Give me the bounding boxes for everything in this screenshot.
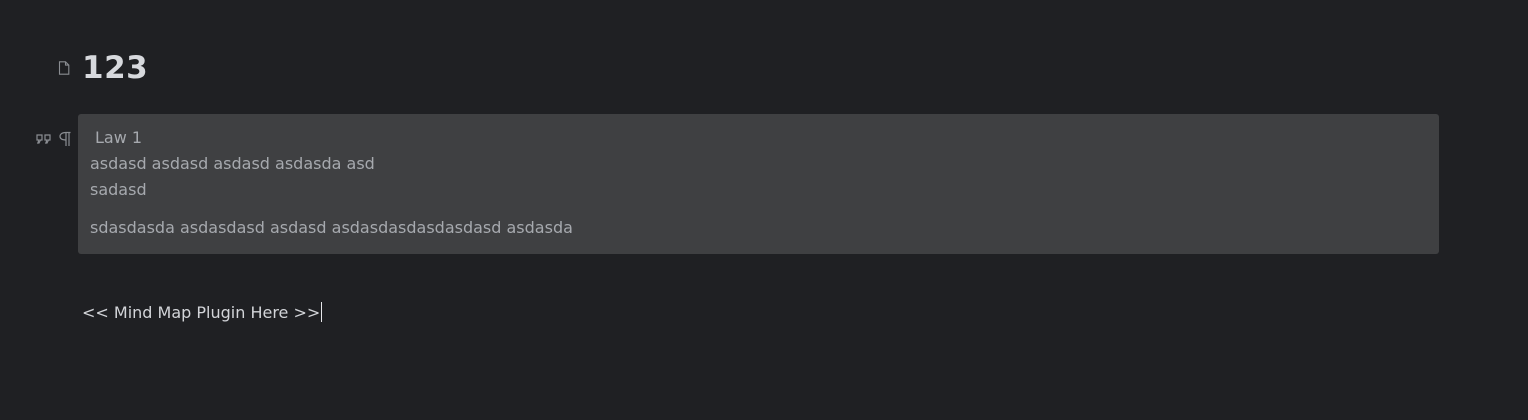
callout-title: Law 1	[95, 128, 143, 147]
callout-line: asdasd asdasd asdasd asdasda asd	[90, 154, 375, 173]
mind-map-placeholder: << Mind Map Plugin Here >>	[82, 303, 321, 322]
page-title[interactable]: 123	[82, 49, 148, 87]
callout-line: sdasdasda asdasdasd asdasd asdasdasdasda…	[90, 218, 573, 237]
paragraph-icon[interactable]	[58, 131, 72, 147]
callout-line: sadasd	[90, 180, 147, 199]
document-icon	[58, 61, 70, 75]
quote-icon[interactable]	[36, 133, 52, 145]
blockquote-callout[interactable]: Law 1 asdasd asdasd asdasd asdasda asd s…	[78, 114, 1439, 254]
text-cursor	[321, 302, 323, 322]
editor-text-line[interactable]: << Mind Map Plugin Here >>	[82, 302, 323, 323]
block-handles	[36, 130, 76, 148]
editor-page: 123 Law 1 asdasd asdasd asdasd asdasda a…	[0, 0, 1528, 420]
